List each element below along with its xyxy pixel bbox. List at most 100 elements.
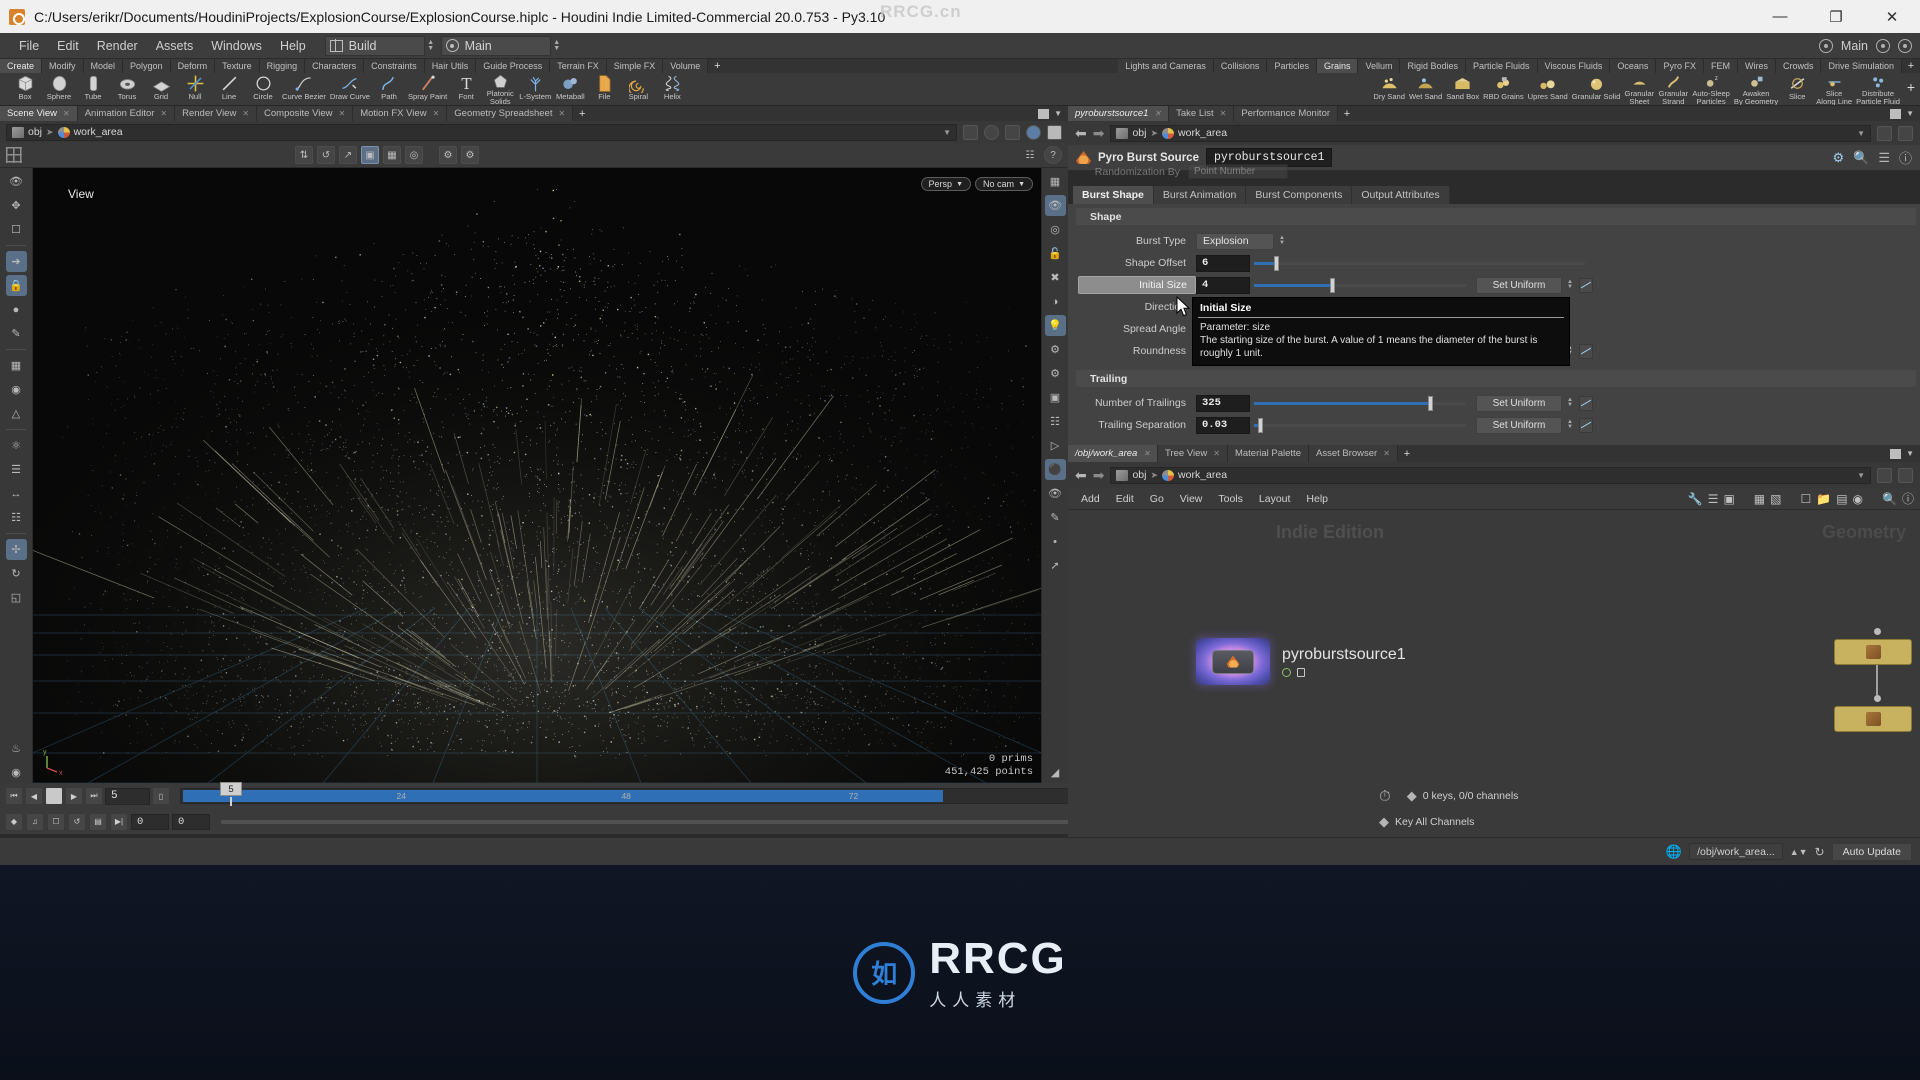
menu-windows[interactable]: Windows xyxy=(202,33,271,59)
breadcrumb-obj[interactable]: obj xyxy=(1132,127,1146,139)
shelf-tab-particle-fluids[interactable]: Particle Fluids xyxy=(1466,59,1538,73)
desktop-spinner[interactable]: ▲ ▼ xyxy=(551,36,563,56)
columns-icon[interactable]: ▧ xyxy=(1770,492,1781,506)
param-tab-burst-shape[interactable]: Burst Shape xyxy=(1073,186,1154,204)
tree-layout-icon[interactable]: ☷ xyxy=(1021,146,1039,164)
point-display-icon[interactable]: • xyxy=(1045,531,1066,552)
close-icon[interactable]: ✕ xyxy=(1220,109,1227,118)
close-icon[interactable]: ✕ xyxy=(160,109,167,118)
section-header-shape[interactable]: Shape xyxy=(1076,208,1916,225)
wrench-icon[interactable]: 🔧 xyxy=(1688,492,1703,506)
network-menu-edit[interactable]: Edit xyxy=(1109,488,1141,510)
frame-lock-icon[interactable]: ▯ xyxy=(152,787,170,805)
display-template-icon[interactable]: ◎ xyxy=(1045,219,1066,240)
close-icon[interactable]: ✕ xyxy=(63,109,70,118)
tab-geometry-spreadsheet[interactable]: Geometry Spreadsheet ✕ xyxy=(447,106,574,121)
shelf-tab-collisions[interactable]: Collisions xyxy=(1213,59,1268,73)
initial-size-spinner[interactable]: ▲ ▼ xyxy=(1565,277,1575,294)
parameter-menu-icon[interactable] xyxy=(1898,125,1913,141)
folder-icon[interactable]: 📁 xyxy=(1816,492,1831,506)
viewport-settings-icon[interactable]: ⚙ xyxy=(439,146,457,164)
display-points-icon[interactable]: ◎ xyxy=(405,146,423,164)
breadcrumb-work-area[interactable]: work_area xyxy=(74,126,123,138)
shelf-tab-polygon[interactable]: Polygon xyxy=(123,59,171,73)
shelf-button-granular-strand[interactable]: Granular Strand xyxy=(1656,73,1690,105)
pin-parameters-icon[interactable] xyxy=(1877,125,1892,141)
add-camera-icon[interactable]: ⚙ xyxy=(1045,363,1066,384)
shelf-button-path[interactable]: Path xyxy=(372,73,406,105)
initial-size-ramp-button[interactable] xyxy=(1579,277,1593,293)
list-icon[interactable]: ☰ xyxy=(1708,492,1719,506)
scene-path-field[interactable]: obj ➤ work_area ▼ xyxy=(6,123,957,141)
shelf-tab-pyro-fx[interactable]: Pyro FX xyxy=(1656,59,1704,73)
shelf-tab-terrain-fx[interactable]: Terrain FX xyxy=(550,59,607,73)
playback-mode-icon[interactable]: ↺ xyxy=(68,812,86,831)
help-circle-icon[interactable]: ? xyxy=(1044,146,1062,164)
group-icon[interactable]: ☷ xyxy=(6,507,27,528)
resize-pane-icon[interactable]: ◢ xyxy=(1045,762,1066,783)
shelf-tab-fem[interactable]: FEM xyxy=(1703,59,1738,73)
object-display-icon[interactable] xyxy=(1005,124,1020,140)
view-tool-icon[interactable]: 👁 xyxy=(6,171,27,192)
section-header-trailing[interactable]: Trailing xyxy=(1076,370,1916,387)
menu-help[interactable]: Help xyxy=(271,33,315,59)
param-tab-output-attributes[interactable]: Output Attributes xyxy=(1352,186,1450,204)
scale-tool-icon[interactable]: ◱ xyxy=(6,587,27,608)
shelf-add-button[interactable]: + xyxy=(1902,73,1920,101)
layout-grid-icon[interactable] xyxy=(6,147,22,163)
shelf-tab-volume[interactable]: Volume xyxy=(663,59,709,73)
background-image-icon[interactable]: ▣ xyxy=(1045,387,1066,408)
ghost-display-icon[interactable] xyxy=(1047,124,1062,140)
shelf-tab-crowds[interactable]: Crowds xyxy=(1775,59,1822,73)
normals-icon[interactable]: ➚ xyxy=(1045,555,1066,576)
close-icon[interactable]: ✕ xyxy=(559,109,566,118)
shelf-button-line[interactable]: Line xyxy=(212,73,246,105)
scene-view-add-tab[interactable]: + xyxy=(573,106,592,121)
settings-gear-icon[interactable] xyxy=(1876,38,1890,53)
snapshot-icon[interactable]: ☐ xyxy=(47,812,65,831)
close-icon[interactable]: ✕ xyxy=(1383,449,1390,458)
network-menu-icon[interactable] xyxy=(1898,467,1913,483)
menu-file[interactable]: File xyxy=(10,33,48,59)
viewport-eye-icon[interactable]: 👁 xyxy=(1045,483,1066,504)
add-light-icon[interactable]: ⚙ xyxy=(1045,339,1066,360)
back-arrow-icon[interactable]: ⬅ xyxy=(1075,125,1087,142)
maximize-pane-icon[interactable] xyxy=(1890,108,1902,119)
light-icon[interactable]: 💡 xyxy=(1044,315,1066,336)
randomization-combo[interactable]: Point Number xyxy=(1188,164,1288,179)
snap-grid-icon[interactable]: ▦ xyxy=(6,355,27,376)
tab-asset-browser[interactable]: Asset Browser ✕ xyxy=(1308,445,1398,462)
close-icon[interactable]: ✕ xyxy=(1143,449,1150,458)
bypass-icon[interactable]: ✖ xyxy=(1045,267,1066,288)
network-menu-view[interactable]: View xyxy=(1173,488,1210,510)
magnet-icon[interactable]: ⚛ xyxy=(6,435,27,456)
stop-icon[interactable] xyxy=(45,787,63,805)
tab-tree-view[interactable]: Tree View ✕ xyxy=(1158,445,1228,462)
shelf-button-draw-curve[interactable]: Draw Curve xyxy=(328,73,372,105)
parameter-path-field[interactable]: obj ➤ work_area ▼ xyxy=(1110,124,1871,142)
render-flag-icon[interactable]: ◑ xyxy=(1045,291,1066,312)
shelf-button-wet-sand[interactable]: Wet Sand xyxy=(1407,73,1444,105)
build-spinner[interactable]: ▲ ▼ xyxy=(425,36,437,56)
key-all-channels-label[interactable]: Key All Channels xyxy=(1395,816,1474,828)
shelf-tab-particles[interactable]: Particles xyxy=(1267,59,1317,73)
play-icon[interactable]: ▶ xyxy=(65,787,83,805)
close-icon[interactable]: ✕ xyxy=(433,109,440,118)
close-icon[interactable]: ✕ xyxy=(1154,109,1161,118)
shelf-tab-rigid-bodies[interactable]: Rigid Bodies xyxy=(1400,59,1467,73)
shelf-tab-deform[interactable]: Deform xyxy=(170,59,216,73)
path-dropdown-icon[interactable]: ▼ xyxy=(1857,471,1865,480)
network-node-pyroburstsource1[interactable]: pyroburstsource1 xyxy=(1196,638,1406,685)
search-icon[interactable]: 🔍 xyxy=(1882,492,1897,506)
shelf-tab-create[interactable]: Create xyxy=(0,59,43,73)
minimize-button[interactable]: — xyxy=(1752,0,1808,33)
shelf-tab-lights-and-cameras[interactable]: Lights and Cameras xyxy=(1118,59,1214,73)
tab-composite-view[interactable]: Composite View ✕ xyxy=(257,106,354,121)
close-button[interactable]: ✕ xyxy=(1864,0,1920,33)
grid-toggle-icon[interactable]: ☷ xyxy=(1045,411,1066,432)
shelf-add-tab-right[interactable]: + xyxy=(1902,59,1920,73)
unlock-icon[interactable]: 🔓 xyxy=(1045,243,1066,264)
shelf-tab-modify[interactable]: Modify xyxy=(42,59,84,73)
new-network-icon[interactable]: ☐ xyxy=(1800,492,1811,506)
shelf-button-grid[interactable]: Grid xyxy=(144,73,178,105)
